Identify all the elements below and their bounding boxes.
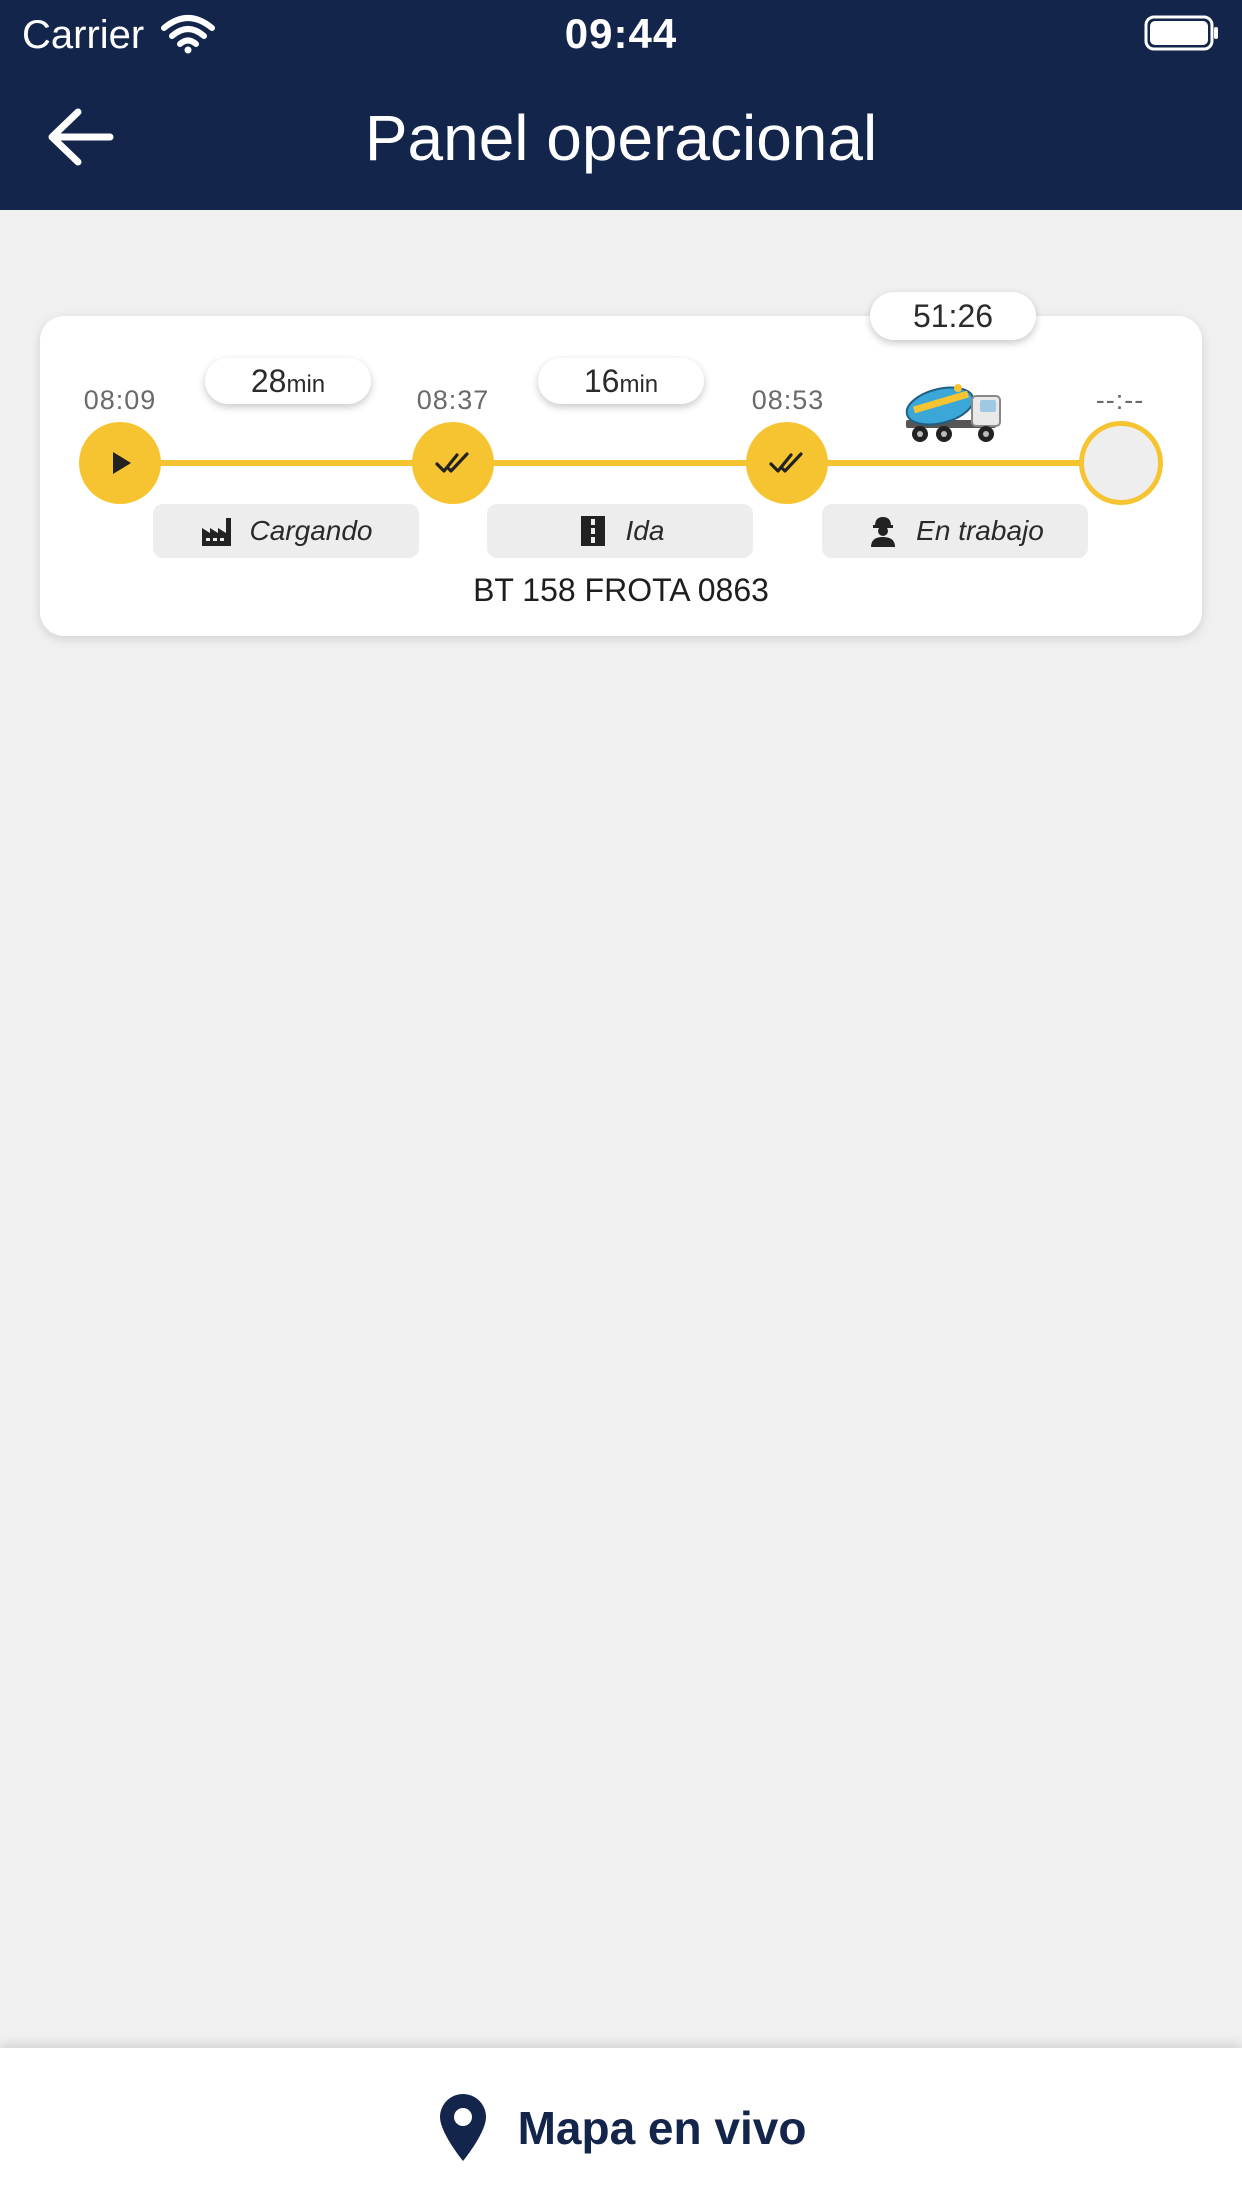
play-icon [113, 452, 131, 474]
checkpoint-time: 08:53 [751, 385, 825, 415]
stage-chip-cargando: Cargando [153, 504, 419, 558]
factory-icon [201, 518, 231, 546]
checkpoint-done [746, 422, 828, 504]
checkpoint-start [79, 422, 161, 504]
stage-label: En trabajo [916, 515, 1044, 546]
duration-unit: min [619, 371, 659, 398]
live-map-label: Mapa en vivo [517, 2102, 807, 2154]
timeline-track [120, 460, 1120, 466]
stage-chip-en-trabajo: En trabajo [822, 504, 1088, 558]
map-pin-icon [439, 2094, 486, 2161]
elapsed-time-badge: 51:26 [870, 292, 1036, 340]
top-bar: Carrier 09:44 Panel operacional [0, 0, 1242, 210]
page-title: Panel operacional [364, 102, 878, 174]
status-time: 09:44 [564, 10, 678, 57]
duration-badge: 16min [538, 358, 704, 404]
checkpoint-time: 08:09 [83, 385, 157, 415]
duration-badge: 28min [205, 358, 371, 404]
checkpoint-time: 08:37 [416, 385, 490, 415]
duration-value: 16 [583, 363, 620, 399]
live-map-button[interactable]: Mapa en vivo [0, 2048, 1242, 2208]
stage-chip-ida: Ida [487, 504, 753, 558]
road-icon [580, 516, 605, 546]
checkpoint-done [412, 422, 494, 504]
stage-label: Ida [625, 515, 665, 546]
double-check-icon [769, 452, 803, 473]
stage-label: Cargando [249, 515, 373, 546]
checkpoint-time: --:-- [1095, 385, 1145, 415]
worker-icon [871, 517, 896, 547]
duration-value: 28 [250, 363, 287, 399]
battery-icon [1144, 15, 1218, 51]
duration-unit: min [286, 371, 326, 398]
checkpoint-pending [1079, 421, 1163, 505]
vehicle-identifier: BT 158 FROTA 0863 [473, 572, 769, 608]
concrete-mixer-truck-icon [905, 384, 1001, 442]
double-check-icon [435, 452, 469, 473]
